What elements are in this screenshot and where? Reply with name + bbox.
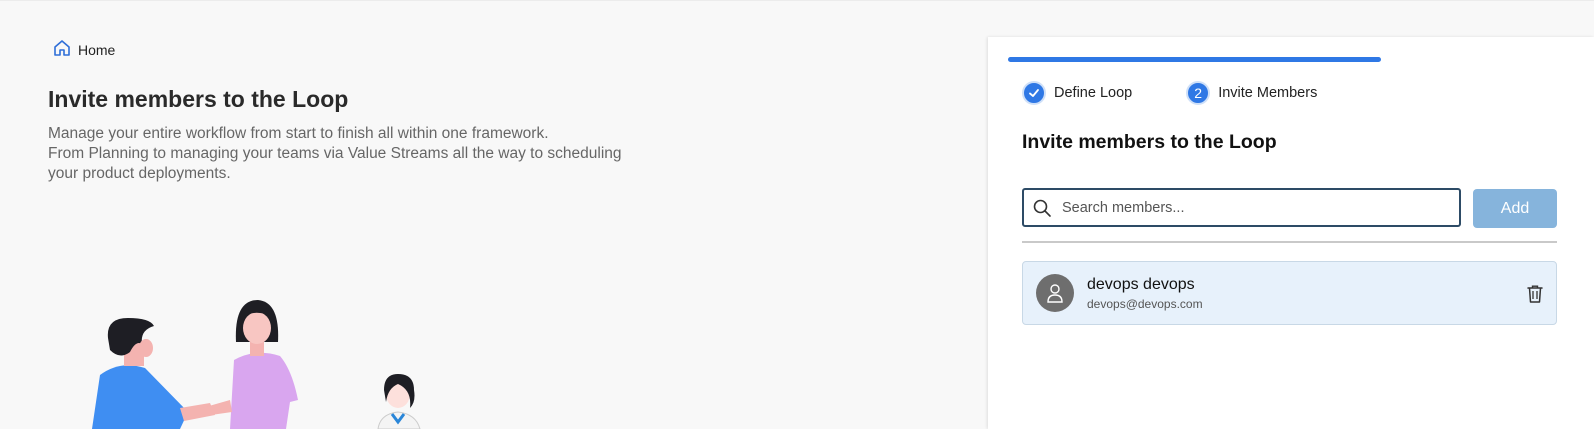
step-label: Define Loop — [1054, 85, 1133, 101]
woman-figure — [202, 300, 298, 429]
description-line: Manage your entire workflow from start t… — [48, 125, 549, 142]
add-member-button[interactable]: Add — [1473, 189, 1557, 228]
description-line: From Planning to managing your teams via… — [48, 145, 622, 162]
wizard-progress — [1008, 57, 1565, 62]
small-person-figure — [377, 374, 421, 429]
search-icon — [1033, 199, 1051, 217]
breadcrumb[interactable]: Home — [52, 38, 115, 58]
home-icon — [54, 40, 70, 56]
top-border — [0, 0, 1594, 1]
member-list-item: devops devops devops@devops.com — [1022, 261, 1557, 325]
avatar — [1036, 274, 1074, 312]
step-number-indicator: 2 — [1186, 81, 1211, 105]
step-invite-members[interactable]: 2 Invite Members — [1186, 81, 1317, 105]
member-search-box[interactable] — [1022, 188, 1461, 227]
step-label: Invite Members — [1218, 85, 1318, 101]
member-search-input[interactable] — [1060, 198, 1444, 217]
invite-panel: Define Loop 2 Invite Members Invite memb… — [988, 37, 1594, 429]
person-icon — [1047, 284, 1063, 303]
step-complete-indicator — [1022, 81, 1046, 105]
member-info: devops devops devops@devops.com — [1087, 276, 1203, 311]
member-name: devops devops — [1087, 275, 1195, 293]
man-figure — [92, 318, 215, 429]
description-line: your product deployments. — [48, 165, 231, 182]
team-illustration — [92, 300, 421, 429]
wizard-progress-fill — [1008, 57, 1382, 62]
breadcrumb-home-label[interactable]: Home — [78, 42, 115, 58]
wizard-steps: Define Loop 2 Invite Members — [1022, 81, 1371, 105]
check-icon — [1029, 89, 1039, 97]
page-description: Manage your entire workflow from start t… — [48, 124, 668, 184]
step-define-loop[interactable]: Define Loop — [1022, 81, 1132, 105]
page-title: Invite members to the Loop — [48, 86, 349, 112]
divider — [1022, 241, 1557, 243]
trash-icon[interactable] — [1526, 284, 1544, 304]
member-email: devops@devops.com — [1087, 296, 1203, 311]
panel-title: Invite members to the Loop — [1022, 131, 1277, 153]
